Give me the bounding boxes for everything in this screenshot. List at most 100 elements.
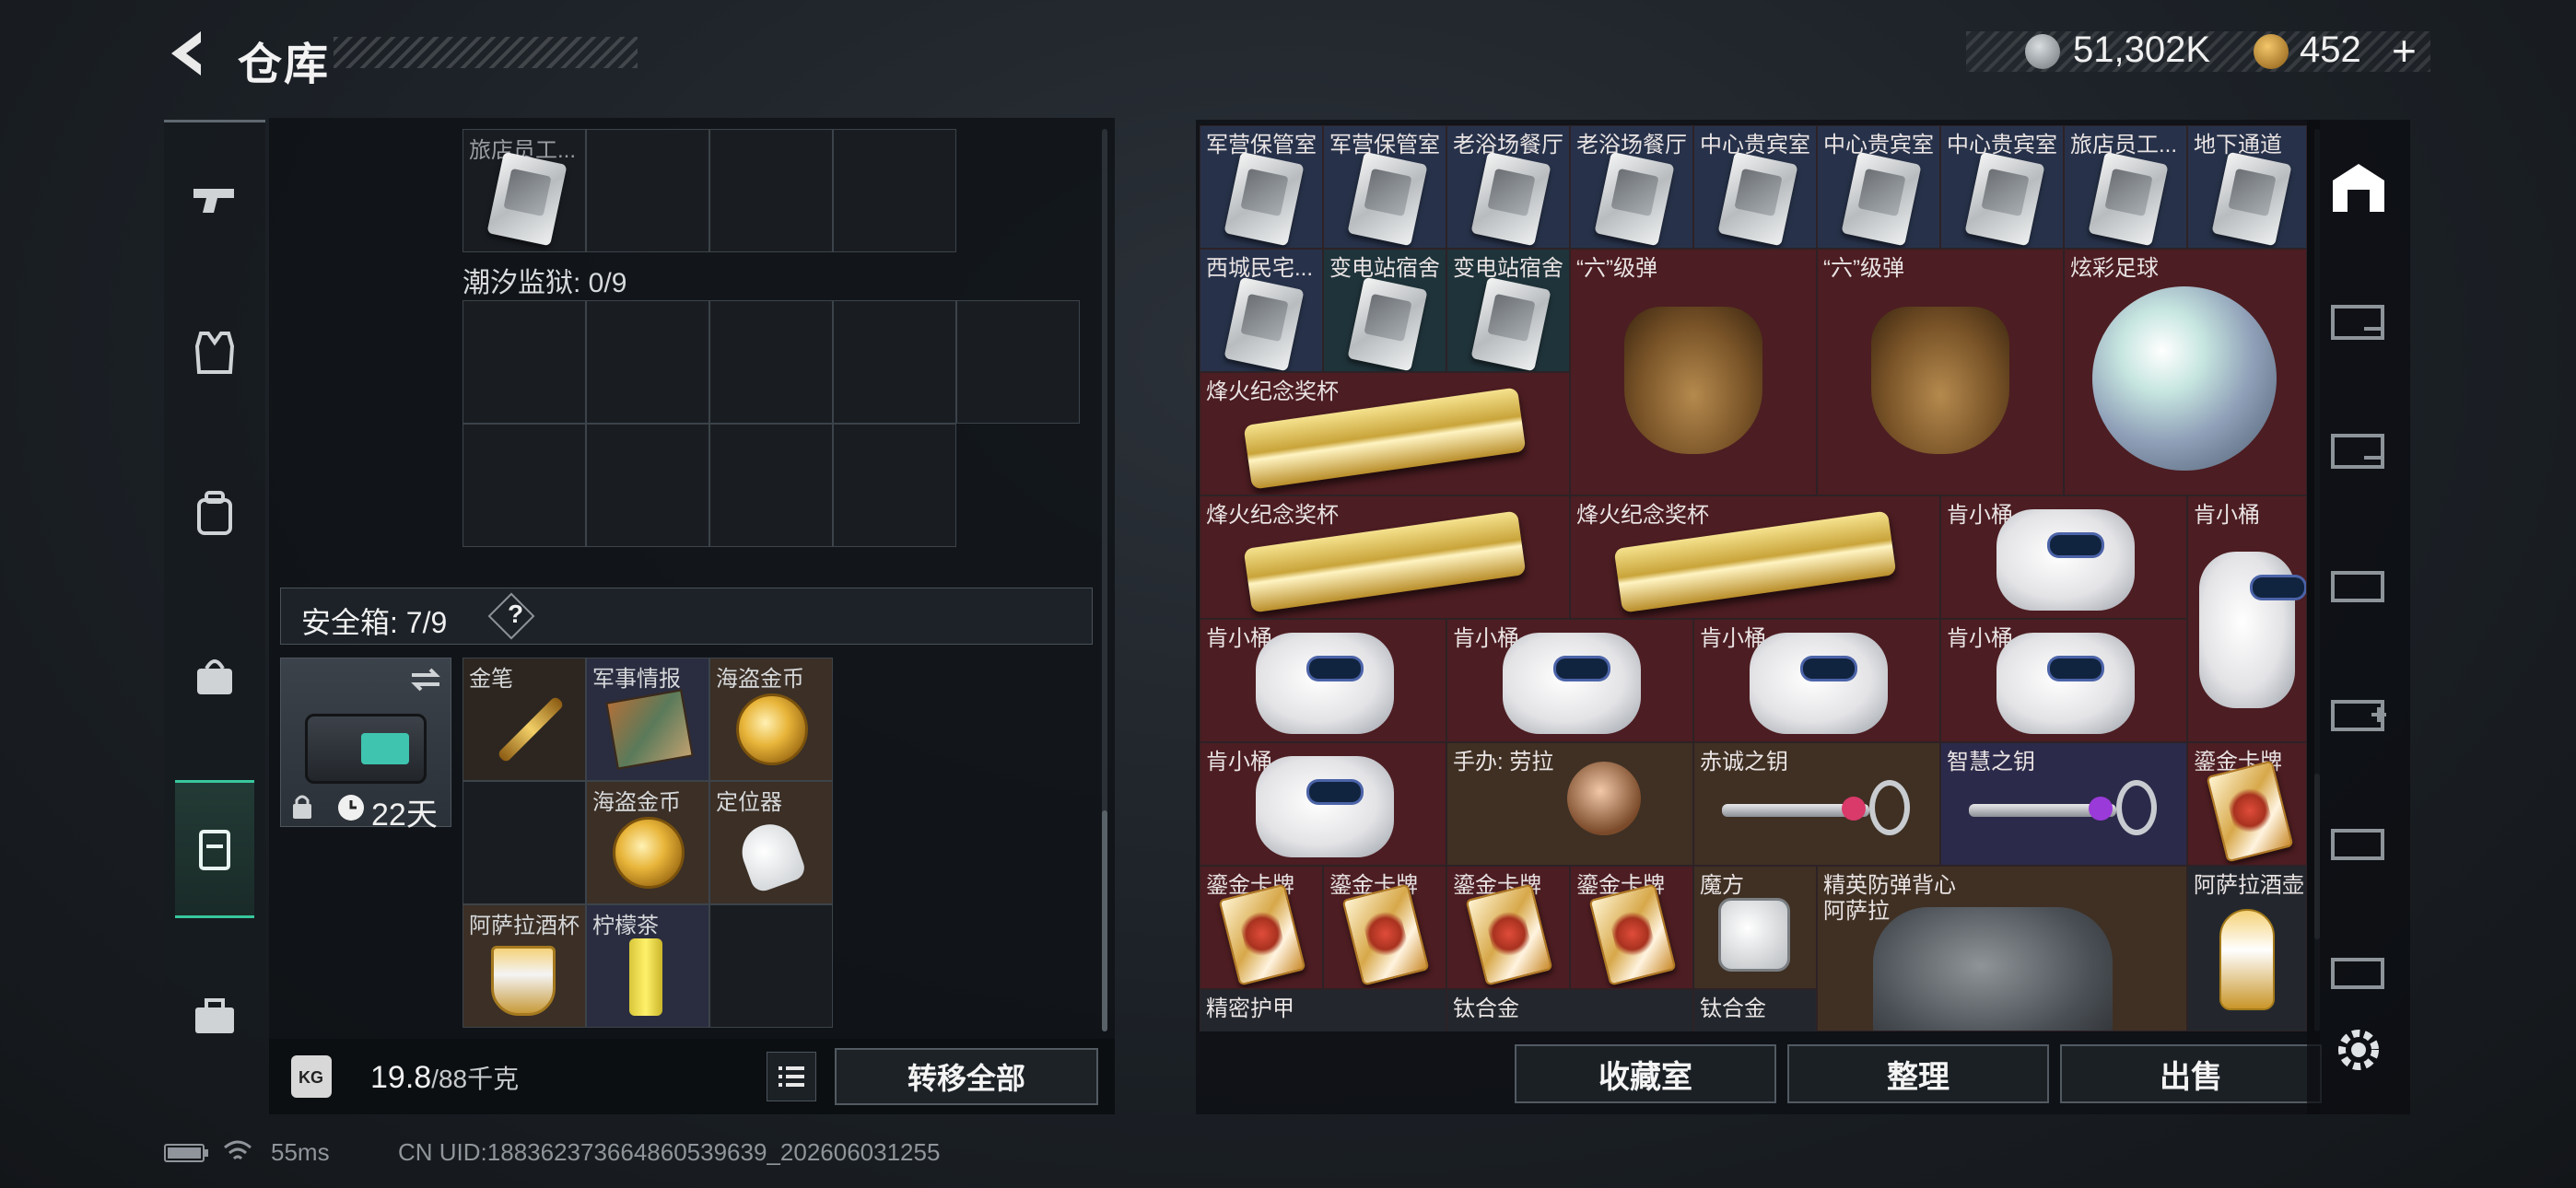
item-slot[interactable]: 西城民宅...	[1200, 249, 1323, 372]
item-slot[interactable]: 精英防弹背心 阿萨拉	[1817, 866, 2187, 1031]
item-slot[interactable]: 钛合金	[1446, 989, 1693, 1031]
item-slot[interactable]: 烽火纪念奖杯	[1570, 495, 1940, 619]
tab-storage-iv4[interactable]	[2324, 939, 2394, 1004]
item-slot[interactable]: 金笔	[463, 658, 586, 781]
item-slot[interactable]: 手办: 劳拉	[1446, 742, 1693, 866]
item-slot[interactable]: 旅店员工...	[2064, 125, 2187, 249]
item-slot[interactable]: 魔方	[1693, 866, 1817, 989]
item-slot[interactable]: 老浴场餐厅	[1570, 125, 1693, 249]
item-slot[interactable]: 钛合金	[1693, 989, 1817, 1031]
sidebar-item-weapons[interactable]	[164, 132, 265, 270]
keycard-icon	[1347, 276, 1428, 371]
empty-slot[interactable]	[709, 129, 833, 252]
item-slot[interactable]: 军营保管室	[1200, 125, 1323, 249]
item-slot[interactable]: 精密护甲	[1200, 989, 1446, 1031]
empty-slot[interactable]	[709, 904, 833, 1028]
item-slot[interactable]: 海盗金币	[709, 658, 833, 781]
item-slot[interactable]: 中心贵宾室	[1693, 125, 1817, 249]
sell-button[interactable]: 出售	[2060, 1044, 2322, 1103]
item-slot[interactable]: 柠檬茶	[586, 904, 709, 1028]
item-slot[interactable]: “六”级弹	[1817, 249, 2064, 495]
item-slot[interactable]: 肯小桶	[1693, 619, 1940, 742]
item-label: 智慧之钥	[1947, 750, 2035, 775]
empty-slot[interactable]	[586, 300, 709, 424]
item-slot[interactable]: 中心贵宾室	[1940, 125, 2064, 249]
item-slot[interactable]: 赤诚之钥	[1693, 742, 1940, 866]
collection-room-button[interactable]: 收藏室	[1515, 1044, 1776, 1103]
lock-icon	[293, 795, 311, 819]
empty-slot[interactable]	[709, 300, 833, 424]
left-scrollbar[interactable]	[1102, 810, 1107, 1031]
keycard-icon	[1964, 151, 2045, 247]
item-slot[interactable]: 阿萨拉酒壶	[2187, 866, 2307, 1031]
item-slot[interactable]: 炫彩足球	[2064, 249, 2307, 495]
list-view-button[interactable]	[767, 1052, 816, 1101]
item-slot[interactable]: 阿萨拉酒杯	[463, 904, 586, 1028]
safebox-case[interactable]: 22天	[280, 658, 451, 833]
empty-slot[interactable]	[463, 300, 586, 424]
storage-box-icon	[2331, 571, 2384, 602]
empty-slot[interactable]	[463, 781, 586, 904]
item-label: 烽火纪念奖杯	[1206, 379, 1339, 404]
item-label: 定位器	[716, 790, 782, 815]
item-slot[interactable]: 肯小桶	[1200, 742, 1446, 866]
empty-slot[interactable]	[463, 424, 586, 547]
tab-home-storage[interactable]	[2324, 157, 2394, 221]
item-slot[interactable]: 军营保管室	[1323, 125, 1446, 249]
empty-slot[interactable]	[833, 300, 956, 424]
tab-storage-v2[interactable]	[2324, 419, 2394, 483]
empty-slot[interactable]	[709, 424, 833, 547]
item-slot[interactable]: 肯小桶	[2187, 495, 2307, 742]
item-slot[interactable]: 变电站宿舍	[1446, 249, 1570, 372]
item-slot[interactable]: 老浴场餐厅	[1446, 125, 1570, 249]
back-button[interactable]	[164, 28, 208, 79]
empty-slot[interactable]	[586, 129, 709, 252]
item-slot[interactable]: 定位器	[709, 781, 833, 904]
item-slot[interactable]: 肯小桶	[1940, 495, 2187, 619]
sidebar-item-backpack[interactable]	[164, 445, 265, 583]
item-label: 肯小桶	[2194, 503, 2260, 528]
cube-icon	[1718, 898, 1790, 972]
item-slot[interactable]: 肯小桶	[1940, 619, 2187, 742]
keycard-icon	[1470, 151, 1551, 247]
sidebar-item-safebox[interactable]	[175, 780, 254, 918]
item-slot[interactable]: 鎏金卡牌	[2187, 742, 2307, 866]
item-slot[interactable]: 海盗金币	[586, 781, 709, 904]
item-slot[interactable]: 地下通道	[2187, 125, 2307, 249]
item-slot[interactable]: 智慧之钥	[1940, 742, 2187, 866]
item-slot[interactable]: 鎏金卡牌	[1323, 866, 1446, 989]
item-slot[interactable]: 鎏金卡牌	[1570, 866, 1693, 989]
empty-slot[interactable]	[586, 424, 709, 547]
item-slot[interactable]: 肯小桶	[1446, 619, 1693, 742]
tab-storage-iv1[interactable]	[2324, 553, 2394, 617]
transfer-all-button[interactable]: 转移全部	[835, 1048, 1098, 1105]
item-label: 旅店员工...	[2070, 133, 2178, 157]
tab-storage-iv2[interactable]	[2324, 681, 2394, 746]
empty-slot[interactable]	[833, 129, 956, 252]
tab-storage-v1[interactable]	[2324, 290, 2394, 355]
item-label: 烽火纪念奖杯	[1206, 503, 1339, 528]
item-slot[interactable]: 鎏金卡牌	[1446, 866, 1570, 989]
sidebar-item-armor[interactable]	[164, 284, 265, 422]
item-slot[interactable]: 肯小桶	[1200, 619, 1446, 742]
sidebar-item-toolbox[interactable]	[164, 947, 265, 1085]
empty-slot[interactable]	[833, 424, 956, 547]
item-label: “六”级弹	[1823, 256, 1904, 281]
item-slot[interactable]: 变电站宿舍	[1323, 249, 1446, 372]
locator-icon	[734, 816, 808, 895]
item-slot[interactable]: 中心贵宾室	[1817, 125, 1940, 249]
settings-button[interactable]	[2324, 1018, 2394, 1082]
item-slot[interactable]: 旅店员工...	[463, 129, 586, 252]
item-slot[interactable]: 烽火纪念奖杯	[1200, 372, 1570, 495]
empty-slot[interactable]	[956, 300, 1080, 424]
organize-button[interactable]: 整理	[1787, 1044, 2049, 1103]
item-slot[interactable]: 军事情报	[586, 658, 709, 781]
storage-tabs	[2307, 120, 2410, 1114]
item-slot[interactable]: 鎏金卡牌	[1200, 866, 1323, 989]
tab-storage-iv3[interactable]	[2324, 810, 2394, 875]
keycard-icon	[1717, 151, 1798, 247]
item-slot[interactable]: “六”级弹	[1570, 249, 1817, 495]
sidebar-item-bag[interactable]	[164, 606, 265, 744]
add-currency-button[interactable]: +	[2392, 26, 2417, 76]
item-slot[interactable]: 烽火纪念奖杯	[1200, 495, 1570, 619]
